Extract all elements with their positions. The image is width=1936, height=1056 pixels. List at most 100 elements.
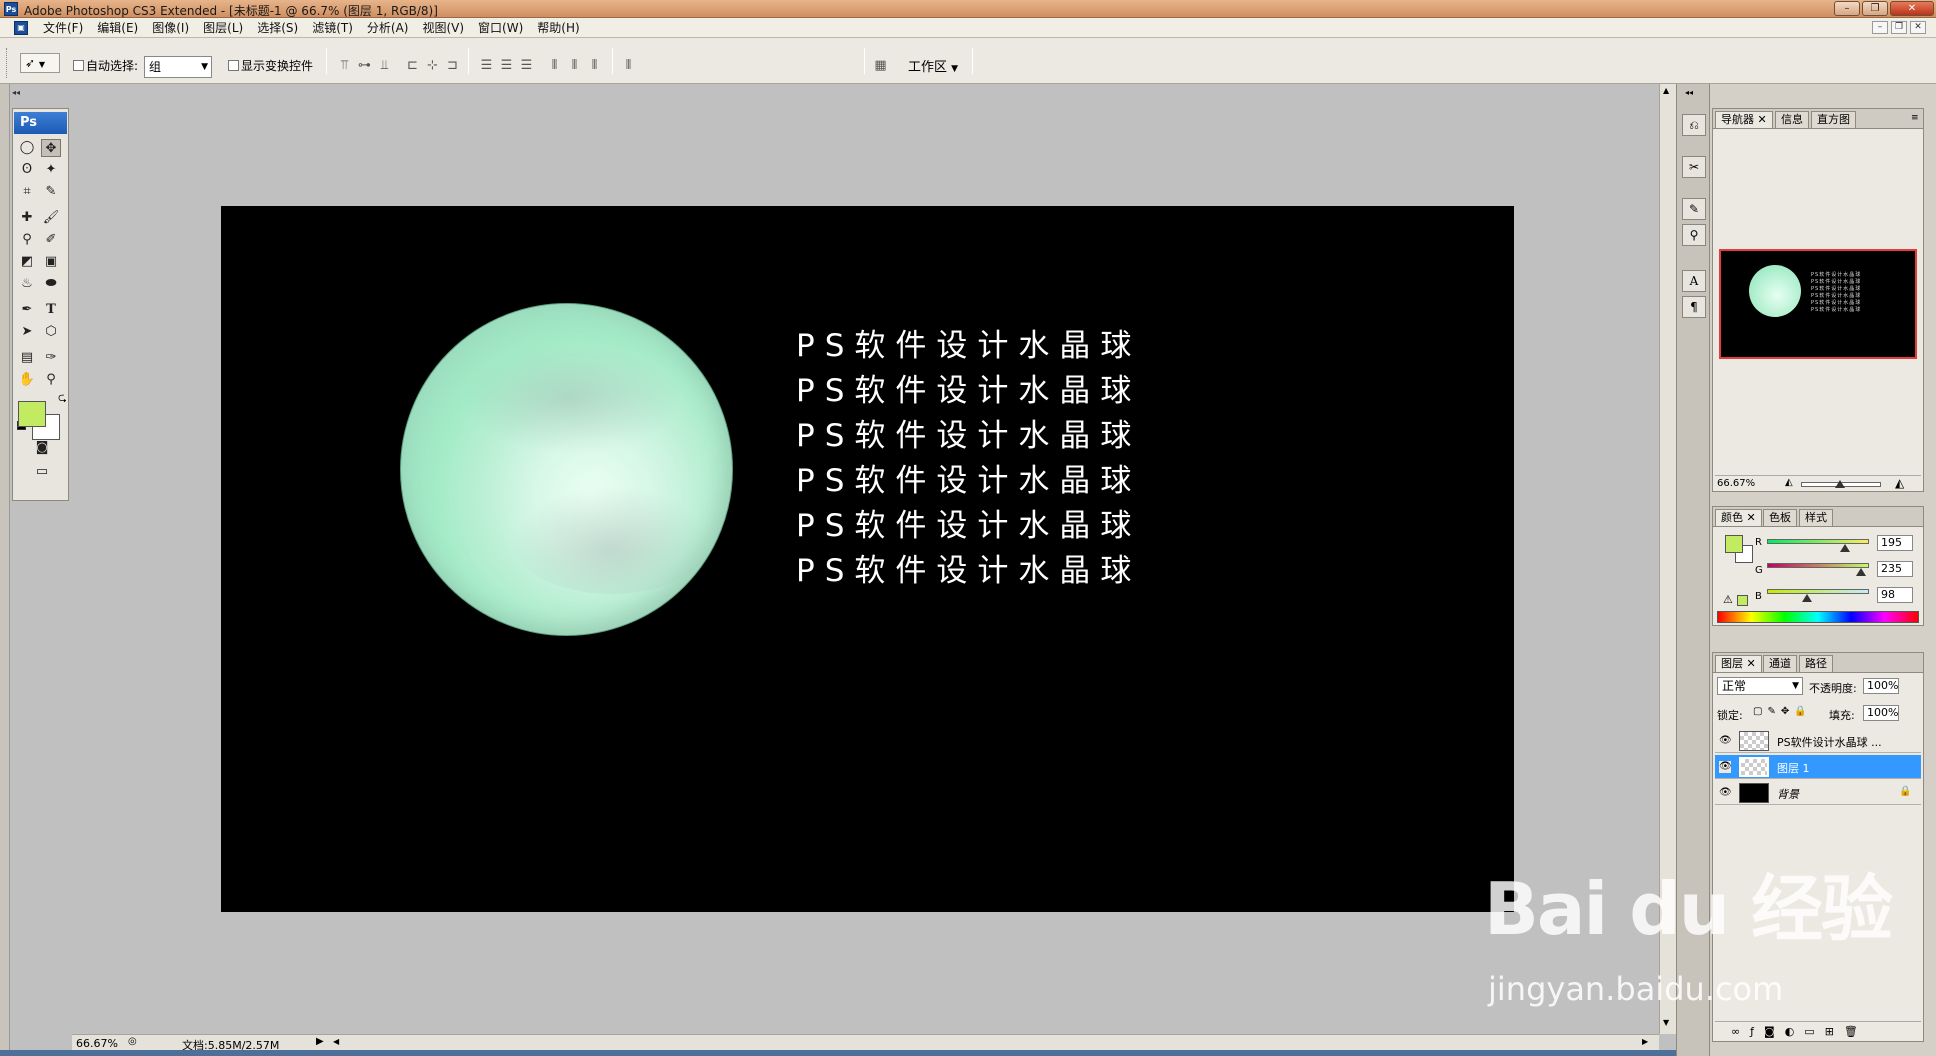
collapse-arrows-icon[interactable]: ◂◂ (12, 88, 20, 97)
auto-select-checkbox[interactable] (73, 60, 84, 71)
layer-row-layer1[interactable]: 👁 图层 1 (1715, 755, 1921, 779)
align-vcenter-icon[interactable]: ⊶ (356, 58, 373, 74)
crop-tool-icon[interactable]: ⌗ (17, 183, 37, 201)
menu-item[interactable]: 窗口(W) (471, 20, 530, 36)
align-left-icon[interactable]: ⊏ (404, 58, 421, 74)
align-right-icon[interactable]: ⊐ (444, 58, 461, 74)
history-brush-tool-icon[interactable]: ✐ (41, 231, 61, 249)
tool-preset-picker[interactable]: ➶ ▼ (20, 53, 60, 73)
canvas-text-layer[interactable]: PS软件设计水晶球 PS软件设计水晶球 PS软件设计水晶球 PS软件设计水晶球 … (796, 326, 1141, 596)
web-safe-swatch[interactable] (1737, 595, 1748, 606)
minimize-icon[interactable]: – (1834, 1, 1860, 16)
layer-row-background[interactable]: 👁 背景 🔒 (1715, 781, 1921, 805)
menu-item[interactable]: 文件(F) (36, 20, 90, 36)
move-tool-icon[interactable]: ✥ (41, 139, 61, 157)
status-zoom[interactable]: 66.67% (76, 1037, 118, 1050)
layers-footer-buttons[interactable]: ∞ƒ◙◐▭⊞🗑 (1715, 1021, 1921, 1041)
channel-g-thumb[interactable] (1856, 568, 1866, 576)
expand-arrows-icon[interactable]: ◂◂ (1685, 88, 1693, 97)
navigator-zoom-value[interactable]: 66.67% (1717, 478, 1755, 489)
paragraph-panel-icon[interactable]: ¶ (1682, 296, 1706, 318)
scroll-down-icon[interactable]: ▼ (1663, 1018, 1669, 1027)
color-spectrum-bar[interactable] (1717, 611, 1919, 623)
tab-layers[interactable]: 图层 ✕ (1715, 655, 1762, 672)
panel-menu-icon[interactable]: ≡ (1911, 113, 1919, 123)
clone-stamp-tool-icon[interactable]: ⚲ (17, 231, 37, 249)
channel-b-slider[interactable] (1767, 589, 1869, 594)
distribute-left-icon[interactable]: ⦀ (546, 58, 563, 74)
gradient-tool-icon[interactable]: ▣ (41, 253, 61, 271)
crystal-ball-sphere[interactable] (400, 303, 733, 636)
status-preview-icon[interactable]: ◎ (128, 1036, 137, 1047)
tab-navigator[interactable]: 导航器 ✕ (1715, 111, 1773, 128)
eye-icon[interactable]: 👁 (1719, 761, 1732, 773)
opacity-input[interactable]: 100% (1863, 678, 1899, 694)
channel-b-value[interactable]: 98 (1877, 587, 1913, 603)
close-icon[interactable]: ✕ (1890, 1, 1934, 16)
distribute-right-icon[interactable]: ⦀ (586, 58, 603, 74)
swap-colors-icon[interactable]: ⮎ (58, 389, 67, 408)
menu-item[interactable]: 视图(V) (415, 20, 471, 36)
path-selection-tool-icon[interactable]: ➤ (17, 323, 37, 341)
horizontal-scrollbar[interactable]: ◀ ▶ (330, 1034, 1659, 1050)
scroll-up-icon[interactable]: ▲ (1663, 86, 1669, 95)
eye-icon[interactable]: 👁 (1719, 735, 1732, 747)
document-icon[interactable]: ▣ (14, 21, 28, 35)
gamut-warning-icon[interactable]: ⚠ (1723, 593, 1733, 606)
menu-item[interactable]: 图像(I) (145, 20, 196, 36)
brushes-panel-icon[interactable]: ✂ (1682, 156, 1706, 178)
lasso-tool-icon[interactable]: ʘ (17, 161, 37, 179)
blend-mode-dropdown[interactable]: 正常 ▼ (1717, 677, 1803, 695)
channel-r-slider[interactable] (1767, 539, 1869, 544)
align-hcenter-icon[interactable]: ⊹ (424, 58, 441, 74)
zoom-out-icon[interactable]: ◭ (1785, 477, 1793, 488)
zoom-tool-icon[interactable]: ⚲ (41, 371, 61, 389)
distribute-bottom-icon[interactable]: ☰ (518, 58, 535, 74)
tool-presets-panel-icon[interactable]: ✎ (1682, 198, 1706, 220)
menu-item[interactable]: 滤镜(T) (305, 20, 360, 36)
healing-brush-tool-icon[interactable]: ✚ (17, 209, 37, 227)
eraser-tool-icon[interactable]: ◩ (17, 253, 37, 271)
pen-tool-icon[interactable]: ✒ (17, 301, 37, 319)
align-bottom-icon[interactable]: ⫫ (376, 58, 393, 74)
quick-mask-icon[interactable]: ◙ (29, 439, 55, 457)
tab-color[interactable]: 颜色 ✕ (1715, 509, 1762, 526)
distribute-top-icon[interactable]: ☰ (478, 58, 495, 74)
blur-tool-icon[interactable]: ♨ (17, 275, 37, 293)
scroll-left-icon[interactable]: ◀ (333, 1037, 339, 1046)
tab-info[interactable]: 信息 (1775, 111, 1809, 128)
magic-wand-tool-icon[interactable]: ✦ (41, 161, 61, 179)
color-fg-swatch[interactable] (1725, 535, 1743, 553)
doc-minimize-icon[interactable]: – (1872, 21, 1888, 34)
distribute-vcenter-icon[interactable]: ☰ (498, 58, 515, 74)
auto-select-dropdown[interactable]: 组 ▼ (144, 56, 212, 78)
navigator-zoom-thumb[interactable] (1835, 480, 1845, 488)
channel-g-slider[interactable] (1767, 563, 1869, 568)
notes-tool-icon[interactable]: ▤ (17, 349, 37, 367)
elliptical-marquee-tool-icon[interactable]: ◯ (17, 139, 37, 157)
menu-item[interactable]: 编辑(E) (90, 20, 145, 36)
bridge-icon[interactable]: ▦ (872, 58, 889, 74)
align-top-icon[interactable]: ⫪ (336, 58, 353, 74)
lock-options-icon[interactable]: ▢✎✥🔒 (1753, 706, 1812, 717)
menu-item[interactable]: 选择(S) (250, 20, 305, 36)
channel-b-thumb[interactable] (1802, 594, 1812, 602)
clone-source-panel-icon[interactable]: ⚲ (1682, 224, 1706, 246)
auto-align-icon[interactable]: ⦀ (620, 58, 637, 74)
navigator-thumbnail[interactable]: PS软件设计水晶球 PS软件设计水晶球 PS软件设计水晶球 PS软件设计水晶球 … (1719, 249, 1917, 359)
screen-mode-icon[interactable]: ▭ (29, 463, 55, 481)
channel-r-thumb[interactable] (1840, 544, 1850, 552)
hand-tool-icon[interactable]: ✋ (17, 371, 37, 389)
toolbox-collapse-strip[interactable] (0, 84, 10, 1056)
show-transform-checkbox[interactable] (228, 60, 239, 71)
dodge-tool-icon[interactable]: ⬬ (41, 275, 61, 293)
type-tool-icon[interactable]: T (41, 301, 61, 319)
fill-input[interactable]: 100% (1863, 705, 1899, 721)
layer-row-text[interactable]: 👁 PS软件设计水晶球 ... (1715, 729, 1921, 753)
channel-r-value[interactable]: 195 (1877, 535, 1913, 551)
tab-paths[interactable]: 路径 (1799, 655, 1833, 672)
channel-g-value[interactable]: 235 (1877, 561, 1913, 577)
brush-tool-icon[interactable]: 🖌 (41, 209, 61, 227)
menu-item[interactable]: 分析(A) (360, 20, 416, 36)
menu-item[interactable]: 图层(L) (196, 20, 250, 36)
